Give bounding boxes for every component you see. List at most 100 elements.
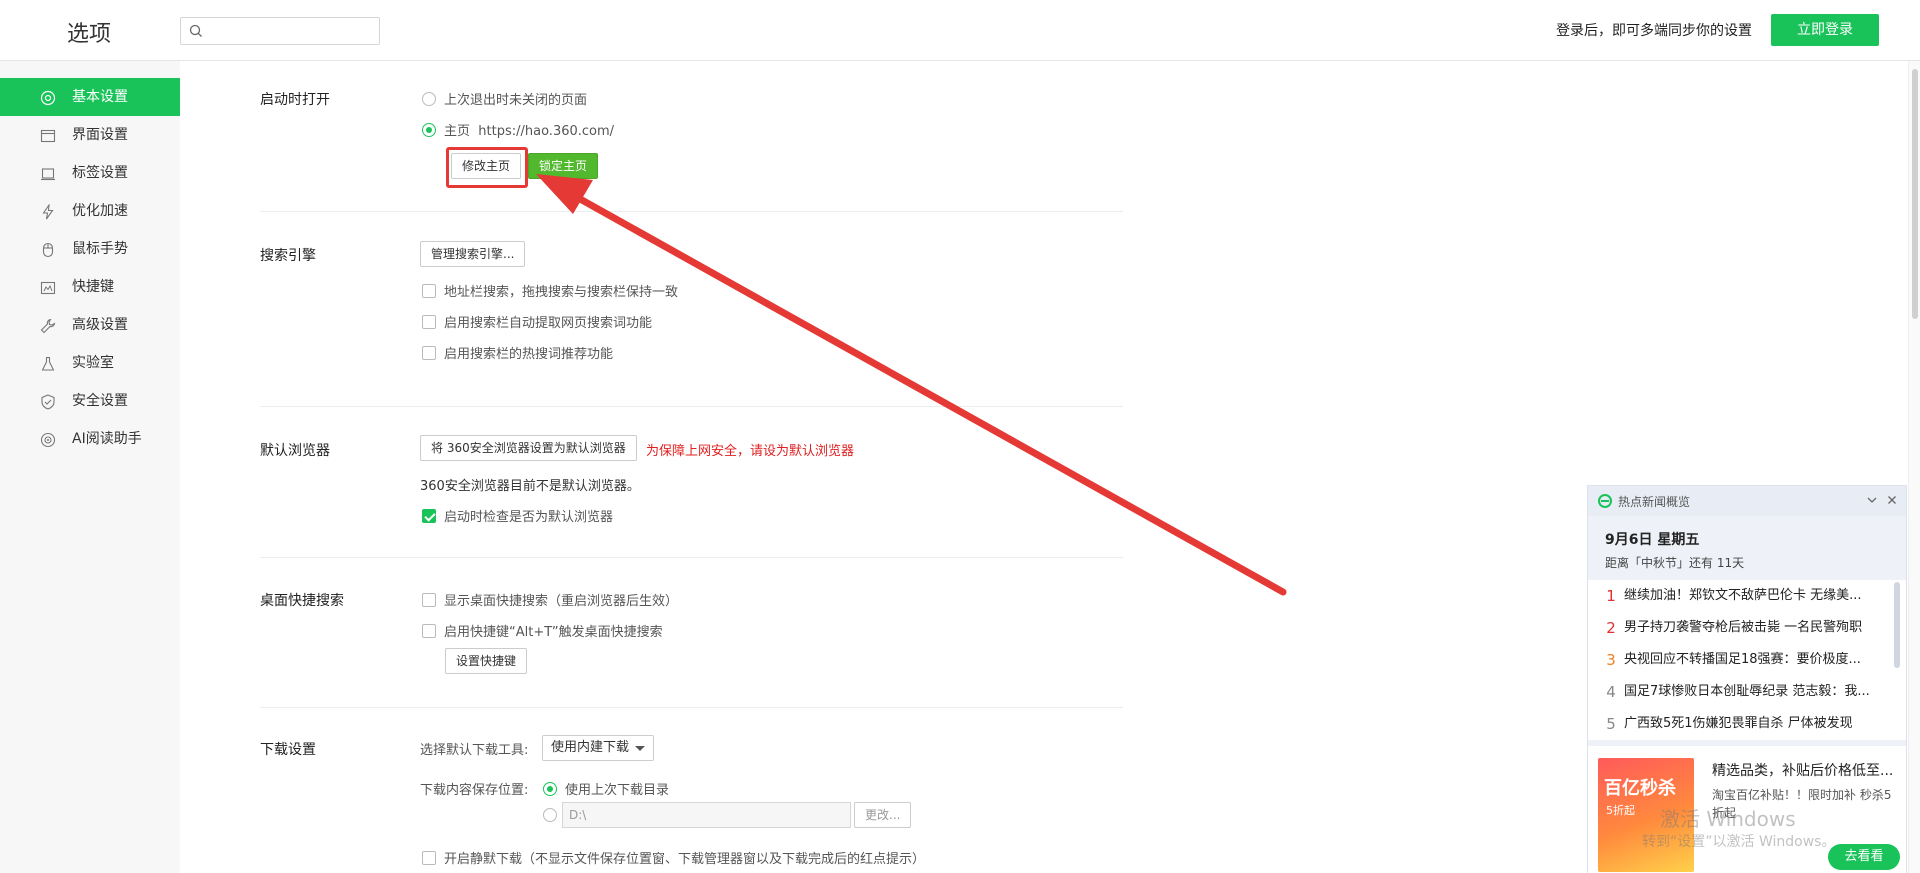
checkbox[interactable] xyxy=(422,851,436,865)
mouse-icon xyxy=(42,242,54,258)
ad-go-button[interactable]: 去看看 xyxy=(1828,844,1900,870)
set-shortcut-button[interactable]: 设置快捷键 xyxy=(445,648,528,674)
news-date: 9月6日 星期五 xyxy=(1605,532,1700,548)
sidebar-item-advanced[interactable]: 高级设置 xyxy=(0,306,180,344)
chevron-down-icon[interactable] xyxy=(1864,492,1880,508)
flask-icon xyxy=(41,356,55,371)
settings-content: 启动时打开 上次退出时未关闭的页面 主页 https://hao.360.com… xyxy=(260,61,1123,873)
search-option-extract[interactable]: 启用搜索栏自动提取网页搜索词功能 xyxy=(422,312,652,331)
search-input[interactable] xyxy=(209,22,373,40)
scrollbar-thumb[interactable] xyxy=(1912,69,1918,319)
desktop-search-show-option[interactable]: 显示桌面快捷搜索（重启浏览器后生效） xyxy=(422,590,678,609)
news-item[interactable]: 1 继续加油！郑钦文不敌萨巴伦卡 无缘美... xyxy=(1588,580,1888,612)
search-option-sync[interactable]: 地址栏搜索，拖拽搜索与搜索栏保持一致 xyxy=(422,281,678,300)
sidebar-item-optimize[interactable]: 优化加速 xyxy=(0,192,180,230)
window-icon xyxy=(40,129,56,143)
custom-dir-radio[interactable] xyxy=(543,808,557,822)
default-browser-section-title: 默认浏览器 xyxy=(260,443,330,459)
lock-homepage-button[interactable]: 锁定主页 xyxy=(528,153,599,179)
lightning-icon xyxy=(42,204,54,220)
home-url: https://hao.360.com/ xyxy=(478,124,615,139)
sidebar-item-label: 安全设置 xyxy=(72,393,128,409)
desktop-search-section-title: 桌面快捷搜索 xyxy=(260,593,344,609)
login-button[interactable]: 立即登录 xyxy=(1771,14,1879,46)
sidebar-item-mouse[interactable]: 鼠标手势 xyxy=(0,230,180,268)
page-scrollbar[interactable] xyxy=(1908,61,1920,873)
checkbox[interactable] xyxy=(422,624,436,638)
sidebar-item-basic[interactable]: 基本设置 xyxy=(0,78,180,116)
download-tool-label: 选择默认下载工具: xyxy=(420,743,529,758)
sidebar-item-ai-reader[interactable]: AI阅读助手 xyxy=(0,420,180,458)
news-rank: 2 xyxy=(1606,619,1616,637)
sidebar-item-lab[interactable]: 实验室 xyxy=(0,344,180,382)
search-box[interactable] xyxy=(180,17,380,45)
download-section-title: 下载设置 xyxy=(260,742,316,758)
checkbox[interactable] xyxy=(422,593,436,607)
sidebar-item-label: 实验室 xyxy=(72,355,114,371)
holiday-countdown: 距离「中秋节」还有 11天 xyxy=(1605,556,1745,570)
keyboard-icon xyxy=(40,281,56,295)
news-header-title: 热点新闻概览 xyxy=(1618,495,1691,509)
silent-download-option[interactable]: 开启静默下载（不显示文件保存位置窗、下载管理器窗以及下载完成后的红点提示） xyxy=(422,848,925,867)
news-item[interactable]: 2 男子持刀袭警夺枪后被击毙 一名民警殉职 xyxy=(1588,612,1888,644)
browser-logo-icon xyxy=(1598,494,1612,508)
news-scrollbar[interactable] xyxy=(1894,582,1900,668)
checkbox[interactable] xyxy=(422,346,436,360)
startup-section-title: 启动时打开 xyxy=(260,92,330,108)
tab-icon xyxy=(41,168,55,181)
check-default-option[interactable]: 启动时检查是否为默认浏览器 xyxy=(422,506,613,525)
download-path-input[interactable]: D:\ xyxy=(562,802,851,828)
wrench-icon xyxy=(40,318,56,334)
news-item[interactable]: 5 广西致5死1伤嫌犯畏罪自杀 尸体被发现 xyxy=(1588,708,1888,740)
sidebar-item-shortcuts[interactable]: 快捷键 xyxy=(0,268,180,306)
gear-circle-icon xyxy=(40,90,56,106)
manage-search-engines-button[interactable]: 管理搜索引擎... xyxy=(420,241,526,267)
search-option-hot[interactable]: 启用搜索栏的热搜词推荐功能 xyxy=(422,343,613,362)
sidebar-item-label: 鼠标手势 xyxy=(72,241,128,257)
radio-button[interactable] xyxy=(422,92,436,106)
desktop-search-hotkey-option[interactable]: 启用快捷键“Alt+T”触发桌面快捷搜索 xyxy=(422,621,663,640)
ai-icon xyxy=(40,432,56,448)
set-default-browser-button[interactable]: 将 360安全浏览器设置为默认浏览器 xyxy=(420,435,637,461)
sidebar-item-label: 高级设置 xyxy=(72,317,128,333)
checkbox-checked[interactable] xyxy=(422,509,436,523)
download-save-label: 下载内容保存位置: xyxy=(420,783,529,798)
change-dir-button[interactable]: 更改... xyxy=(854,802,912,828)
news-rank: 5 xyxy=(1606,715,1616,733)
sidebar-item-label: 优化加速 xyxy=(72,203,128,219)
news-item[interactable]: 4 国足7球惨败日本创耻辱纪录 范志毅：我... xyxy=(1588,676,1888,708)
sidebar-item-interface[interactable]: 界面设置 xyxy=(0,116,180,154)
page-title: 选项 xyxy=(67,22,112,47)
sidebar-item-label: 界面设置 xyxy=(72,127,128,143)
news-item[interactable]: 3 央视回应不转播国足18强赛：要价极度... xyxy=(1588,644,1888,676)
download-tool-select[interactable]: 使用内建下载 xyxy=(542,735,655,761)
top-bar: 选项 登录后，即可多端同步你的设置 立即登录 xyxy=(0,0,1920,61)
divider xyxy=(260,557,1123,558)
search-icon xyxy=(189,24,202,37)
news-rank: 4 xyxy=(1606,683,1616,701)
sidebar-item-label: AI阅读助手 xyxy=(72,431,142,447)
activation-watermark-sub: 转到“设置”以激活 Windows。 xyxy=(1642,834,1836,850)
radio-button-selected[interactable] xyxy=(543,782,557,796)
sidebar-item-tabs[interactable]: 标签设置 xyxy=(0,154,180,192)
annotation-highlight-box xyxy=(446,147,528,188)
news-header: 热点新闻概览 xyxy=(1588,486,1906,516)
startup-option-last[interactable]: 上次退出时未关闭的页面 xyxy=(422,89,587,108)
sidebar-item-security[interactable]: 安全设置 xyxy=(0,382,180,420)
sync-tip: 登录后，即可多端同步你的设置 xyxy=(1556,23,1752,39)
default-browser-warning: 为保障上网安全，请设为默认浏览器 xyxy=(646,444,855,459)
use-last-dir-option[interactable]: 使用上次下载目录 xyxy=(543,779,669,798)
news-rank: 3 xyxy=(1606,651,1616,669)
checkbox[interactable] xyxy=(422,315,436,329)
search-engine-section-title: 搜索引擎 xyxy=(260,248,316,264)
sidebar-item-label: 基本设置 xyxy=(72,89,128,105)
startup-option-home[interactable]: 主页 https://hao.360.com/ xyxy=(422,120,614,139)
news-list: 1 继续加油！郑钦文不敌萨巴伦卡 无缘美... 2 男子持刀袭警夺枪后被击毙 一名民… xyxy=(1588,580,1906,740)
checkbox[interactable] xyxy=(422,284,436,298)
default-browser-status: 360安全浏览器目前不是默认浏览器。 xyxy=(420,479,640,494)
radio-button-selected[interactable] xyxy=(422,123,436,137)
activation-watermark: 激活 Windows xyxy=(1660,807,1796,831)
close-icon[interactable] xyxy=(1884,492,1900,508)
ad-title[interactable]: 精选品类，补贴后价格低至... xyxy=(1712,760,1898,780)
divider xyxy=(260,211,1123,212)
